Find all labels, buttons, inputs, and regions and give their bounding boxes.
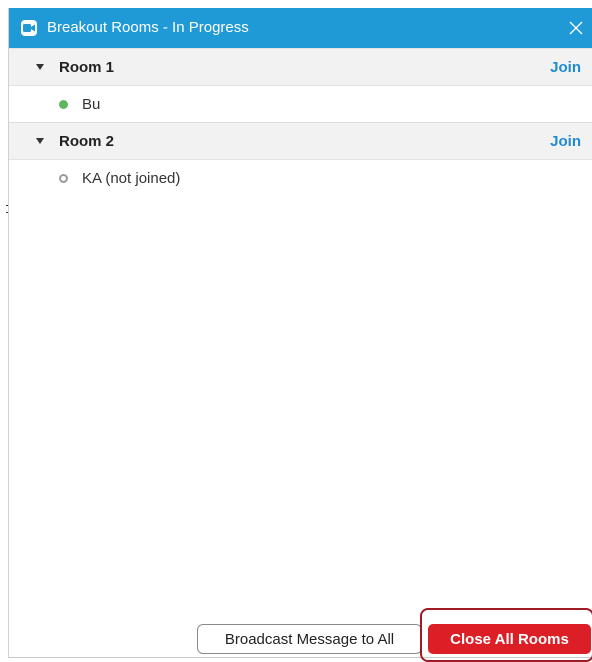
caret-down-icon[interactable] xyxy=(36,64,44,70)
close-icon xyxy=(569,21,583,35)
room-header-room-1[interactable]: Room 1 Join xyxy=(9,48,592,86)
participant-row: Bu xyxy=(9,86,592,122)
broadcast-message-button[interactable]: Broadcast Message to All xyxy=(197,624,422,654)
caret-down-icon[interactable] xyxy=(36,138,44,144)
rooms-list: Room 1 Join Bu Room 2 Join KA (not joine… xyxy=(9,48,592,608)
zoom-camera-icon xyxy=(21,20,37,36)
window-title: Breakout Rooms - In Progress xyxy=(47,19,249,36)
room-name: Room 2 xyxy=(59,132,115,150)
close-button[interactable] xyxy=(561,13,591,43)
participant-row: KA (not joined) xyxy=(9,160,592,196)
footer-actions: Broadcast Message to All Close All Rooms xyxy=(9,608,592,662)
join-room-1-link[interactable]: Join xyxy=(550,59,581,76)
breakout-rooms-window: Breakout Rooms - In Progress Room 1 Join… xyxy=(8,8,592,662)
join-room-2-link[interactable]: Join xyxy=(550,133,581,150)
close-all-rooms-button[interactable]: Close All Rooms xyxy=(428,624,591,654)
room-header-room-2[interactable]: Room 2 Join xyxy=(9,122,592,160)
joined-status-dot-icon xyxy=(59,99,68,109)
not-joined-status-dot-icon xyxy=(59,173,68,183)
participant-name: KA (not joined) xyxy=(82,169,181,187)
title-bar[interactable]: Breakout Rooms - In Progress xyxy=(9,8,592,48)
room-name: Room 1 xyxy=(59,58,115,76)
participant-name: Bu xyxy=(82,95,101,113)
